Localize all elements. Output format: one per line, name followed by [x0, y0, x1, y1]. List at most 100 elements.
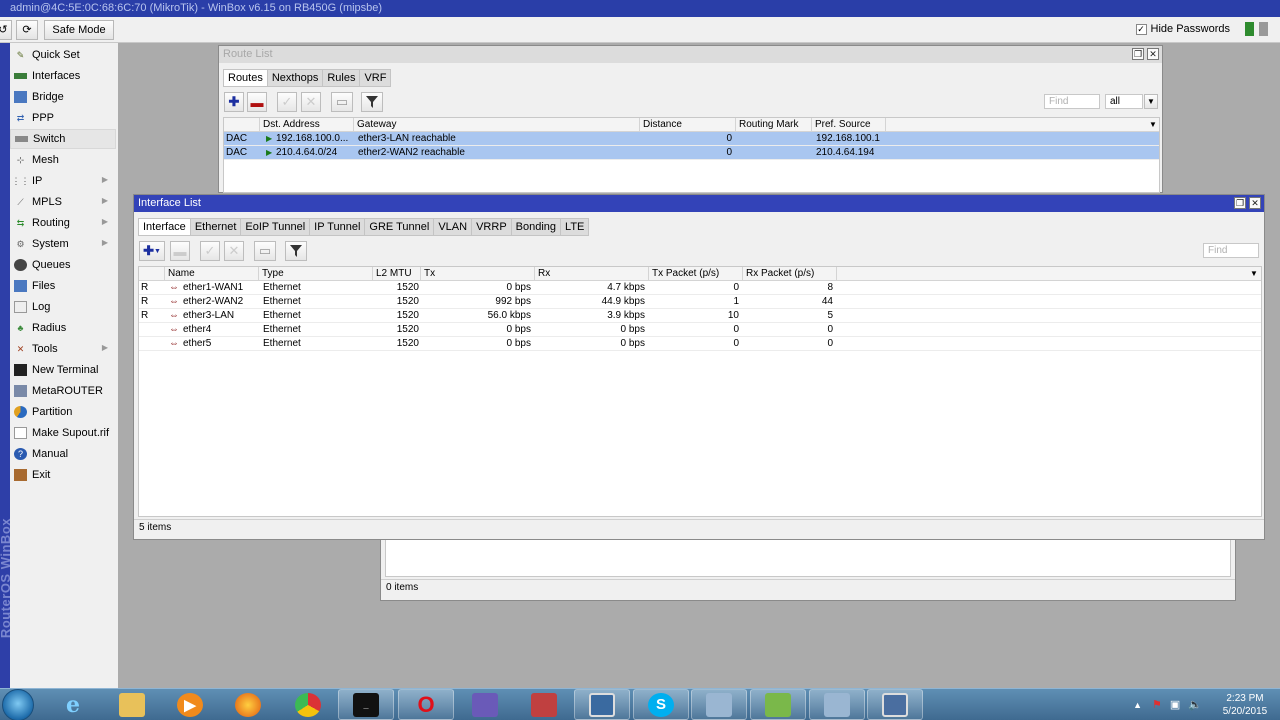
taskbar-opera[interactable]: O [398, 689, 454, 720]
sidebar-item-mesh[interactable]: ⊹ Mesh [10, 150, 116, 170]
interface-find-input[interactable]: Find [1203, 243, 1259, 258]
sidebar-item-routing[interactable]: ⇆ Routing ▶ [10, 213, 116, 233]
col-dst-address[interactable]: Dst. Address [260, 118, 354, 131]
col-routing-mark[interactable]: Routing Mark [736, 118, 812, 131]
sidebar-item-interfaces[interactable]: Interfaces [10, 66, 116, 86]
col-l2-mtu[interactable]: L2 MTU [373, 267, 421, 280]
col-rx-packet[interactable]: Rx Packet (p/s) [743, 267, 837, 280]
sidebar-item-metarouter[interactable]: MetaROUTER [10, 381, 116, 401]
col-pref-source[interactable]: Pref. Source [812, 118, 886, 131]
tab-ip-tunnel[interactable]: IP Tunnel [310, 218, 366, 236]
taskbar-flowchart-app[interactable] [516, 689, 572, 720]
redo-icon[interactable]: ⟳ [16, 20, 38, 40]
safe-mode-button[interactable]: Safe Mode [44, 20, 114, 40]
hide-passwords-checkbox[interactable]: ✓ [1135, 23, 1147, 35]
show-hidden-icons-icon[interactable]: ▲ [1133, 700, 1142, 710]
tab-vrf[interactable]: VRF [360, 69, 392, 87]
action-center-icon[interactable]: ⚑ [1152, 698, 1162, 711]
tab-gre-tunnel[interactable]: GRE Tunnel [365, 218, 435, 236]
taskbar-file-explorer[interactable] [104, 689, 160, 720]
table-row[interactable]: DAC ▶ 210.4.64.0/24 ether2-WAN2 reachabl… [224, 146, 1159, 160]
table-row[interactable]: ⇔ Rether1-WAN1 Ethernet 1520 0 bps 4.7 kbps 0 8 [139, 281, 1261, 295]
table-row[interactable]: DAC ▶ 192.168.100.0... ether3-LAN reacha… [224, 132, 1159, 146]
start-button[interactable] [2, 689, 34, 720]
sidebar-item-make-supout[interactable]: Make Supout.rif [10, 423, 116, 443]
route-filter-select[interactable]: all [1105, 94, 1143, 109]
route-find-input[interactable]: Find [1044, 94, 1100, 109]
taskbar-internet-explorer[interactable]: e [45, 689, 101, 720]
volume-icon[interactable]: 🔈 [1188, 698, 1202, 711]
taskbar-media-player[interactable]: ▶ [162, 689, 218, 720]
filter-icon[interactable] [361, 92, 383, 112]
disable-icon[interactable]: ✕ [301, 92, 321, 112]
taskbar-command-prompt[interactable]: _ [338, 689, 394, 720]
add-dropdown-icon[interactable]: ✚ ▼ [139, 241, 165, 261]
sidebar-item-partition[interactable]: Partition [10, 402, 116, 422]
taskbar-skype[interactable]: S [633, 689, 689, 720]
sidebar-item-quick-set[interactable]: ✎ Quick Set [10, 45, 116, 65]
filter-icon[interactable] [285, 241, 307, 261]
tab-lte[interactable]: LTE [561, 218, 590, 236]
disable-icon[interactable]: ✕ [224, 241, 244, 261]
sidebar-item-new-terminal[interactable]: New Terminal [10, 360, 116, 380]
table-row[interactable]: ⇔ ether4 Ethernet 1520 0 bps 0 bps 0 0 [139, 323, 1261, 337]
sidebar-item-system[interactable]: ⚙ System ▶ [10, 234, 116, 254]
sidebar-item-ip[interactable]: ⋮⋮ IP ▶ [10, 171, 116, 191]
taskbar-window-app-2[interactable] [809, 689, 865, 720]
chevron-down-icon[interactable]: ▼ [1144, 94, 1158, 109]
col-distance[interactable]: Distance [640, 118, 736, 131]
sidebar-item-exit[interactable]: Exit [10, 465, 116, 485]
chevron-down-icon[interactable]: ▼ [1146, 118, 1159, 131]
clock[interactable]: 2:23 PM 5/20/2015 [1210, 692, 1280, 718]
col-flags[interactable] [224, 118, 260, 131]
restore-icon[interactable]: ❐ [1132, 48, 1144, 60]
close-icon[interactable]: ✕ [1249, 197, 1261, 209]
tab-vrrp[interactable]: VRRP [472, 218, 512, 236]
sidebar-item-ppp[interactable]: ⇄ PPP [10, 108, 116, 128]
taskbar-network-app[interactable] [457, 689, 513, 720]
hide-passwords-toggle[interactable]: ✓ Hide Passwords [1135, 23, 1230, 35]
tab-routes[interactable]: Routes [223, 69, 268, 87]
sidebar-item-log[interactable]: Log [10, 297, 116, 317]
taskbar-winbox[interactable] [867, 689, 923, 720]
sidebar-item-mpls[interactable]: ⟋ MPLS ▶ [10, 192, 116, 212]
sidebar-item-radius[interactable]: ♣ Radius [10, 318, 116, 338]
sidebar-item-queues[interactable]: Queues [10, 255, 116, 275]
col-type[interactable]: Type [259, 267, 373, 280]
restore-icon[interactable]: ❐ [1234, 197, 1246, 209]
taskbar-remote-desktop[interactable] [574, 689, 630, 720]
tab-bonding[interactable]: Bonding [511, 218, 562, 236]
tab-vlan[interactable]: VLAN [434, 218, 473, 236]
enable-icon[interactable]: ✓ [200, 241, 220, 261]
remove-icon[interactable]: ▬ [247, 92, 267, 112]
enable-icon[interactable]: ✓ [277, 92, 297, 112]
tab-ethernet[interactable]: Ethernet [190, 218, 242, 236]
taskbar-window-app[interactable] [691, 689, 747, 720]
remove-icon[interactable]: ▬ [170, 241, 190, 261]
col-tx[interactable]: Tx [421, 267, 535, 280]
comment-icon[interactable]: ▭ [254, 241, 276, 261]
tab-nexthops[interactable]: Nexthops [267, 69, 324, 87]
tab-eoip-tunnel[interactable]: EoIP Tunnel [241, 218, 311, 236]
taskbar-chrome[interactable] [280, 689, 336, 720]
col-flags[interactable] [139, 267, 165, 280]
sidebar-item-tools[interactable]: ✕ Tools ▶ [10, 339, 116, 359]
sidebar-item-files[interactable]: Files [10, 276, 116, 296]
sidebar-item-switch[interactable]: Switch [10, 129, 116, 149]
sidebar-item-manual[interactable]: ? Manual [10, 444, 116, 464]
col-name[interactable]: Name [165, 267, 259, 280]
close-icon[interactable]: ✕ [1147, 48, 1159, 60]
table-row[interactable]: ⇔ Rether2-WAN2 Ethernet 1520 992 bps 44.9 kbp… [139, 295, 1261, 309]
add-icon[interactable]: ✚ [224, 92, 244, 112]
col-gateway[interactable]: Gateway [354, 118, 640, 131]
taskbar-firefox[interactable] [220, 689, 276, 720]
network-icon[interactable]: ▣ [1170, 698, 1180, 711]
col-tx-packet[interactable]: Tx Packet (p/s) [649, 267, 743, 280]
tab-interface[interactable]: Interface [138, 218, 191, 236]
undo-icon[interactable]: ↺ [0, 20, 12, 40]
sidebar-item-bridge[interactable]: Bridge [10, 87, 116, 107]
table-row[interactable]: ⇔ ether5 Ethernet 1520 0 bps 0 bps 0 0 [139, 337, 1261, 351]
comment-icon[interactable]: ▭ [331, 92, 353, 112]
tab-rules[interactable]: Rules [323, 69, 361, 87]
taskbar-notepad-app[interactable] [750, 689, 806, 720]
